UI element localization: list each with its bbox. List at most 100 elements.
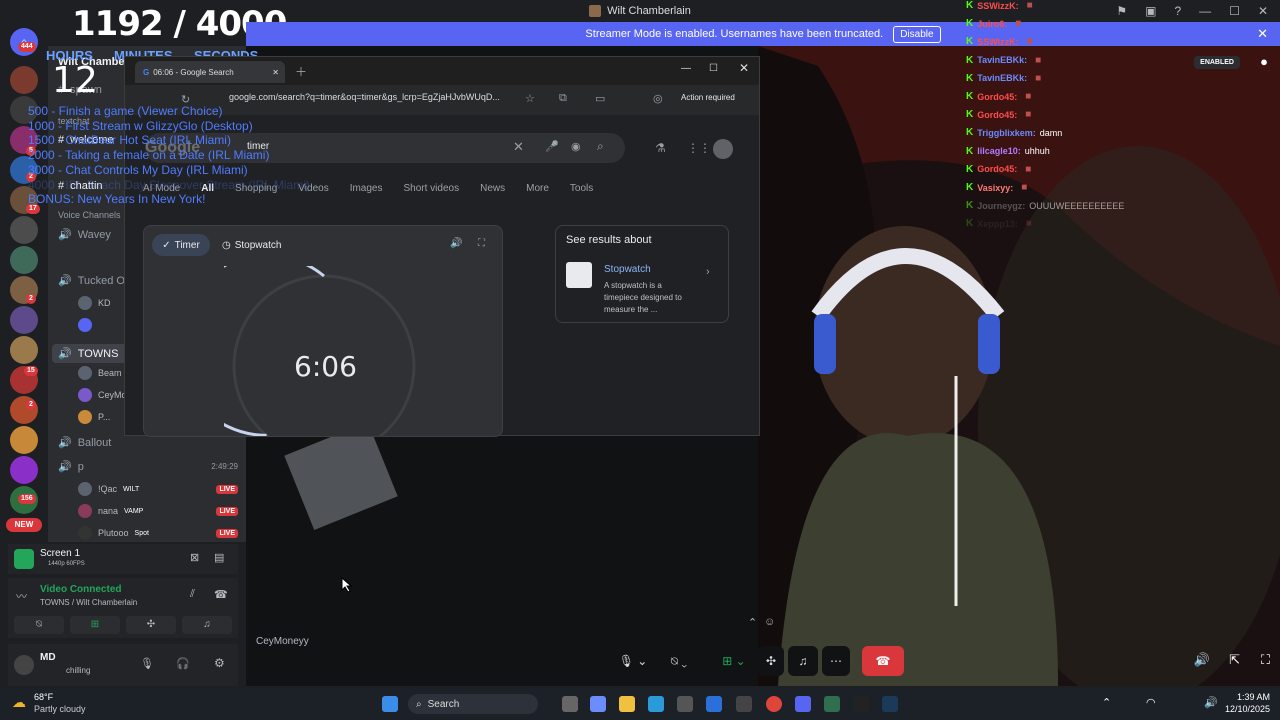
connection-location[interactable]: TOWNS / Wilt Chamberlain: [40, 598, 137, 607]
copilot-icon[interactable]: [590, 696, 606, 712]
tab-short-videos[interactable]: Short videos: [404, 183, 460, 194]
clear-search-icon[interactable]: ✕: [513, 139, 524, 155]
voice-search-icon[interactable]: 🎤: [545, 140, 559, 153]
collapse-icon[interactable]: ⌃: [748, 616, 757, 629]
voice-user[interactable]: !Qac WILT LIVE: [78, 482, 238, 496]
capcut-icon[interactable]: [853, 696, 869, 712]
search-icon[interactable]: ⌕: [597, 139, 604, 154]
tab-images[interactable]: Images: [350, 183, 383, 194]
voice-user[interactable]: Beam: [78, 366, 122, 380]
voice-user[interactable]: nana VAMP LIVE: [78, 504, 238, 518]
voice-user[interactable]: [78, 318, 92, 332]
server-icon[interactable]: [10, 336, 38, 364]
voice-channel-tucked[interactable]: 🔊 Tucked Of: [58, 274, 128, 288]
popout-icon[interactable]: ⇱: [1229, 652, 1240, 668]
steam-icon[interactable]: [882, 696, 898, 712]
voice-channel-wavey[interactable]: 🔊 Wavey: [58, 228, 111, 242]
inbox-icon[interactable]: ⚑: [1116, 4, 1127, 18]
clock-time[interactable]: 1:39 AM: [1226, 692, 1270, 702]
mic-control[interactable]: 🎙 ⌄: [610, 646, 656, 676]
tab-tools[interactable]: Tools: [570, 183, 593, 194]
disable-streamer-mode-button[interactable]: Disable: [893, 25, 941, 43]
weather-icon[interactable]: ☁: [12, 694, 26, 711]
help-icon[interactable]: ?: [1174, 4, 1181, 18]
minimize-button[interactable]: —: [1199, 4, 1211, 18]
voice-channel-ballout[interactable]: 🔊 Ballout: [58, 436, 111, 450]
discord-icon[interactable]: [795, 696, 811, 712]
wifi-icon[interactable]: ◠: [1146, 696, 1156, 709]
camera-control[interactable]: ⍉ ⌄: [658, 646, 700, 676]
server-icon[interactable]: [10, 306, 38, 334]
profile-icon[interactable]: ◎: [653, 92, 663, 105]
weather-temp[interactable]: 68°F: [34, 692, 53, 702]
new-badge[interactable]: NEW: [6, 518, 42, 532]
start-button[interactable]: [382, 696, 398, 712]
soundboard-control[interactable]: ♫: [788, 646, 818, 676]
speaker-icon[interactable]: 🔊: [1204, 696, 1218, 709]
hangup-button[interactable]: ☎: [862, 646, 904, 676]
store-icon[interactable]: [677, 696, 693, 712]
server-icon[interactable]: [10, 216, 38, 244]
soundboard-button[interactable]: ♫: [182, 616, 232, 634]
close-window-button[interactable]: ✕: [1258, 4, 1268, 18]
weather-desc[interactable]: Partly cloudy: [34, 704, 86, 714]
voice-user[interactable]: KD: [78, 296, 111, 310]
close-banner-icon[interactable]: ✕: [1257, 26, 1268, 42]
sound-icon[interactable]: 🔊: [450, 238, 462, 249]
more-options-control[interactable]: ⋯: [822, 646, 850, 676]
browser-maximize[interactable]: ☐: [709, 63, 718, 74]
new-tab-button[interactable]: ＋: [295, 63, 307, 80]
voice-user[interactable]: P...: [78, 410, 110, 424]
sidepanel-icon[interactable]: ▭: [595, 92, 605, 105]
account-avatar[interactable]: [713, 139, 733, 159]
screen-share-control[interactable]: ⊞ ⌄: [712, 646, 756, 676]
voice-user[interactable]: CeyMo: [78, 388, 127, 402]
tab-more[interactable]: More: [526, 183, 549, 194]
activities-control[interactable]: ✣: [758, 646, 784, 676]
connection-status[interactable]: Video Connected: [40, 584, 122, 595]
server-icon[interactable]: [10, 456, 38, 484]
user-avatar[interactable]: [14, 655, 34, 675]
file-explorer-icon[interactable]: [619, 696, 635, 712]
task-view-icon[interactable]: [562, 696, 578, 712]
maximize-button[interactable]: ☐: [1229, 4, 1240, 18]
clock-date[interactable]: 12/10/2025: [1222, 704, 1270, 714]
activities-button[interactable]: ✣: [126, 616, 176, 634]
apps-grid-icon[interactable]: ⋮⋮: [687, 141, 711, 155]
action-required-button[interactable]: Action required: [681, 93, 735, 102]
chrome-icon[interactable]: [766, 696, 782, 712]
signal-icon[interactable]: 〰: [16, 588, 27, 604]
mail-icon[interactable]: [706, 696, 722, 712]
screen-share-button[interactable]: ⊞: [70, 616, 120, 634]
chat-bubble-icon[interactable]: ●: [1260, 54, 1268, 69]
browser-close[interactable]: ✕: [739, 61, 749, 75]
chevron-right-icon[interactable]: ›: [706, 266, 710, 278]
server-icon[interactable]: [10, 66, 38, 94]
bookmark-star-icon[interactable]: ☆: [525, 92, 535, 105]
stop-share-button[interactable]: ⊠: [190, 551, 199, 564]
browser-tab[interactable]: G 06:06 - Google Search ✕: [135, 61, 285, 83]
taskbar-search[interactable]: ⌕ Search: [408, 694, 538, 714]
volume-icon[interactable]: 🔊: [1194, 652, 1210, 668]
server-icon[interactable]: [10, 246, 38, 274]
extensions-icon[interactable]: ⧉: [559, 92, 567, 105]
camera-off-button[interactable]: ⍉: [14, 616, 64, 634]
lens-icon[interactable]: ◉: [571, 140, 581, 153]
tab-news[interactable]: News: [480, 183, 505, 194]
voice-channel-p[interactable]: 🔊 p 2:49:29: [58, 460, 238, 474]
tray-chevron-icon[interactable]: ⌃: [1102, 696, 1111, 709]
browser-minimize[interactable]: —: [681, 63, 691, 74]
labs-icon[interactable]: ⚗: [655, 141, 666, 155]
voice-user[interactable]: Plutooo Spot LIVE: [78, 526, 238, 540]
gear-icon[interactable]: ⚙: [214, 656, 225, 670]
screen-icon[interactable]: ▣: [1145, 4, 1156, 18]
popout-button[interactable]: ▤: [214, 551, 224, 564]
noise-suppression-icon[interactable]: ⫽: [190, 588, 195, 601]
fullscreen-icon[interactable]: ⛶: [1261, 652, 1270, 668]
stopwatch-tab[interactable]: ◷ Stopwatch: [222, 234, 281, 256]
edge-icon[interactable]: [648, 696, 664, 712]
mic-icon[interactable]: 🎙: [140, 657, 154, 670]
address-bar[interactable]: google.com/search?q=timer&oq=timer&gs_lc…: [229, 92, 500, 102]
result-link[interactable]: Stopwatch: [604, 264, 651, 275]
app-icon[interactable]: [736, 696, 752, 712]
